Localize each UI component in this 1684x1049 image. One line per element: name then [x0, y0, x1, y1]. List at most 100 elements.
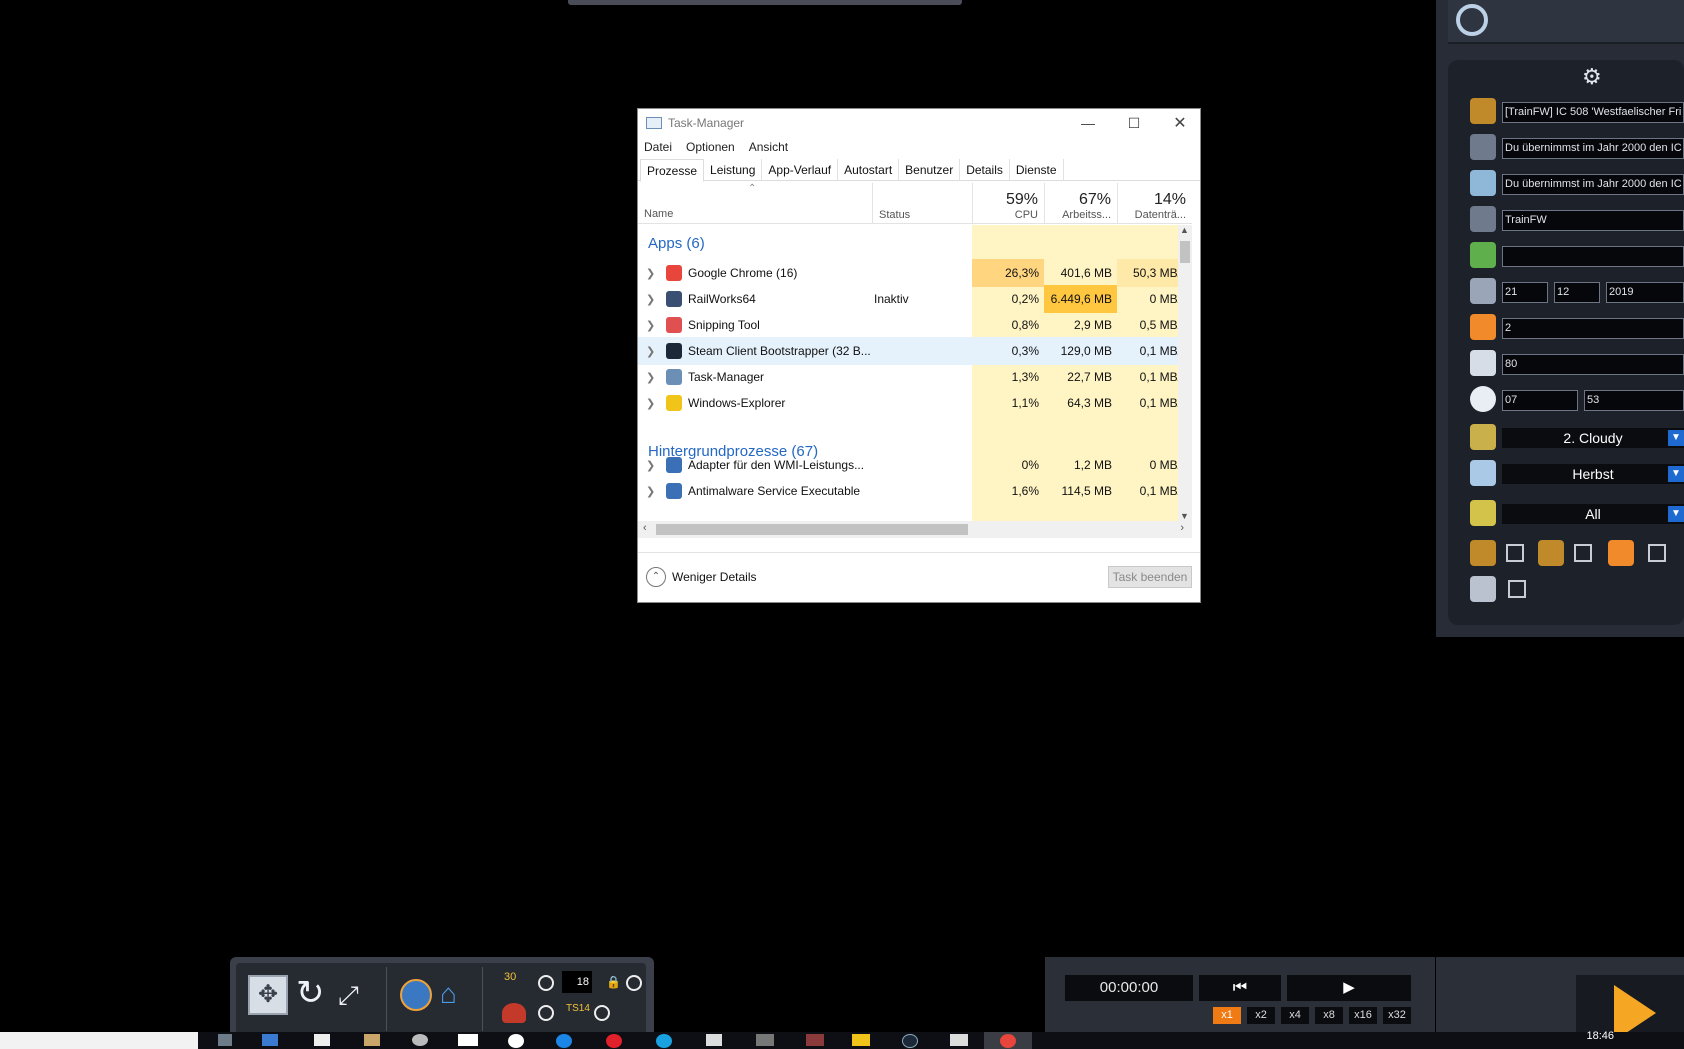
- close-button[interactable]: ✕: [1157, 109, 1203, 137]
- fewer-details-link[interactable]: Weniger Details: [672, 570, 756, 584]
- col-name[interactable]: Name: [644, 208, 673, 220]
- process-row[interactable]: ❯ Antimalware Service Executable 1,6% 114,5…: [638, 477, 1192, 505]
- process-row[interactable]: ❯ Steam Client Bootstrapper (32 B... 0,3% 1…: [638, 337, 1192, 365]
- process-row[interactable]: ❯ RailWorks64 Inaktiv 0,2% 6.449,6 MB 0 MB/s: [638, 285, 1192, 313]
- time-hour-field[interactable]: 07: [1502, 390, 1578, 411]
- taskbar-app-icon[interactable]: [458, 1034, 478, 1046]
- store-icon[interactable]: [314, 1034, 330, 1046]
- radio-ts14[interactable]: [594, 1005, 610, 1021]
- col-mem-header[interactable]: 67% Arbeitss...: [1044, 183, 1117, 224]
- filter-30-checkbox[interactable]: [1508, 580, 1526, 598]
- refresh-icon[interactable]: ↻: [296, 973, 325, 1013]
- duration-field[interactable]: 80: [1502, 354, 1684, 375]
- vertical-scrollbar[interactable]: ▲ ▼: [1178, 225, 1192, 521]
- taskbar-app-icon[interactable]: [364, 1034, 380, 1046]
- col-cpu-header[interactable]: 59% CPU: [972, 183, 1044, 224]
- title-bar[interactable]: Task-Manager — ☐ ✕: [638, 109, 1200, 137]
- tab-autostart[interactable]: Autostart: [838, 159, 900, 181]
- tab-benutzer[interactable]: Benutzer: [899, 159, 961, 181]
- taskbar-app-icon[interactable]: [756, 1034, 774, 1046]
- briefing-field[interactable]: Du übernimmst im Jahr 2000 den IC: [1502, 174, 1684, 195]
- expand-chevron-icon[interactable]: ❯: [646, 459, 655, 472]
- author-field[interactable]: TrainFW: [1502, 210, 1684, 231]
- difficulty-field[interactable]: 2: [1502, 318, 1684, 339]
- fullscreen-icon[interactable]: ✥: [248, 975, 288, 1015]
- expand-chevron-icon[interactable]: ❯: [646, 267, 655, 280]
- radio-lock[interactable]: [626, 975, 642, 991]
- scroll-up-icon[interactable]: ▲: [1180, 225, 1189, 235]
- col-status-header[interactable]: Status: [872, 183, 972, 224]
- resize-icon[interactable]: ⤢: [338, 975, 359, 1015]
- tab-dienste[interactable]: Dienste: [1010, 159, 1064, 181]
- traffic-select[interactable]: All ▼: [1502, 504, 1684, 524]
- radio-30[interactable]: [538, 975, 554, 991]
- process-row[interactable]: ❯ Windows-Explorer 1,1% 64,3 MB 0,1 MB/s: [638, 389, 1192, 417]
- date-month-field[interactable]: 12: [1554, 282, 1600, 303]
- chevron-up-icon[interactable]: ⌃: [646, 567, 666, 587]
- home-icon[interactable]: ⌂: [440, 977, 457, 1011]
- minimize-button[interactable]: —: [1065, 109, 1111, 137]
- task-view-icon[interactable]: [218, 1034, 232, 1046]
- process-row[interactable]: ❯ Adapter für den WMI-Leistungs... 0% 1,2 M…: [638, 451, 1192, 479]
- maximize-button[interactable]: ☐: [1111, 109, 1157, 137]
- expand-chevron-icon[interactable]: ❯: [646, 319, 655, 332]
- steam-icon[interactable]: [902, 1034, 918, 1048]
- col-disk-header[interactable]: 14% Datenträ...: [1117, 183, 1192, 224]
- value-18[interactable]: 18: [562, 971, 592, 993]
- taskbar-clock[interactable]: 18:46: [1586, 1030, 1614, 1042]
- taskbar-app-icon[interactable]: [706, 1034, 722, 1046]
- scroll-thumb[interactable]: [1180, 241, 1190, 263]
- opera-icon[interactable]: [606, 1034, 622, 1048]
- speed-x8[interactable]: x8: [1315, 1007, 1343, 1024]
- process-row[interactable]: ❯ Task-Manager 1,3% 22,7 MB 0,1 MB/s: [638, 363, 1192, 391]
- season-select[interactable]: Herbst ▼: [1502, 464, 1684, 484]
- taskbar-app-icon[interactable]: [262, 1034, 278, 1046]
- menu-datei[interactable]: Datei: [644, 140, 672, 154]
- dropdown-arrow-icon[interactable]: ▼: [1668, 430, 1684, 446]
- tab-leistung[interactable]: Leistung: [704, 159, 763, 181]
- play-button[interactable]: ▶: [1287, 975, 1411, 1001]
- end-task-button[interactable]: Task beenden: [1108, 566, 1192, 588]
- tab-prozesse[interactable]: Prozesse: [640, 159, 705, 182]
- folder-icon[interactable]: [852, 1034, 870, 1046]
- speed-x2[interactable]: x2: [1247, 1007, 1275, 1024]
- rewind-button[interactable]: ⏮: [1199, 975, 1281, 1001]
- expand-chevron-icon[interactable]: ❯: [646, 485, 655, 498]
- empty-field[interactable]: [1502, 246, 1684, 267]
- date-day-field[interactable]: 21: [1502, 282, 1548, 303]
- speed-x32[interactable]: x32: [1383, 1007, 1411, 1024]
- scroll-down-icon[interactable]: ▼: [1180, 511, 1189, 521]
- menu-optionen[interactable]: Optionen: [686, 140, 735, 154]
- lock-icon[interactable]: 🔒: [606, 975, 621, 989]
- horizontal-scrollbar[interactable]: ‹ ›: [638, 521, 1192, 538]
- scroll-left-icon[interactable]: ‹: [643, 522, 647, 534]
- skype-icon[interactable]: [656, 1034, 672, 1048]
- chrome-icon[interactable]: [1000, 1034, 1016, 1048]
- route-filter-checkbox[interactable]: [1506, 544, 1524, 562]
- gear-icon[interactable]: ⚙: [1582, 64, 1602, 90]
- speed-x4[interactable]: x4: [1281, 1007, 1309, 1024]
- globe-icon[interactable]: [400, 979, 432, 1011]
- taskbar-search[interactable]: [0, 1032, 198, 1049]
- search-icon[interactable]: [1456, 4, 1488, 36]
- expand-chevron-icon[interactable]: ❯: [646, 345, 655, 358]
- dropdown-arrow-icon[interactable]: ▼: [1668, 506, 1684, 522]
- radio-train[interactable]: [538, 1005, 554, 1021]
- menu-ansicht[interactable]: Ansicht: [749, 140, 788, 154]
- time-minute-field[interactable]: 53: [1584, 390, 1684, 411]
- taskbar-app-icon[interactable]: [950, 1034, 968, 1046]
- expand-chevron-icon[interactable]: ❯: [646, 397, 655, 410]
- scenario-filter-checkbox[interactable]: [1574, 544, 1592, 562]
- taskbar-app-icon[interactable]: [556, 1034, 572, 1048]
- speed-x1[interactable]: x1: [1213, 1007, 1241, 1024]
- route-field[interactable]: [TrainFW] IC 508 'Westfaelischer Fri: [1502, 102, 1684, 123]
- taskbar-app-icon[interactable]: [508, 1034, 524, 1048]
- date-year-field[interactable]: 2019: [1606, 282, 1684, 303]
- hscroll-thumb[interactable]: [656, 524, 968, 535]
- expand-chevron-icon[interactable]: ❯: [646, 371, 655, 384]
- tab-app-verlauf[interactable]: App-Verlauf: [762, 159, 839, 181]
- description-field[interactable]: Du übernimmst im Jahr 2000 den IC: [1502, 138, 1684, 159]
- train-filter-checkbox[interactable]: [1648, 544, 1666, 562]
- taskbar-app-icon[interactable]: [412, 1034, 428, 1046]
- speed-x16[interactable]: x16: [1349, 1007, 1377, 1024]
